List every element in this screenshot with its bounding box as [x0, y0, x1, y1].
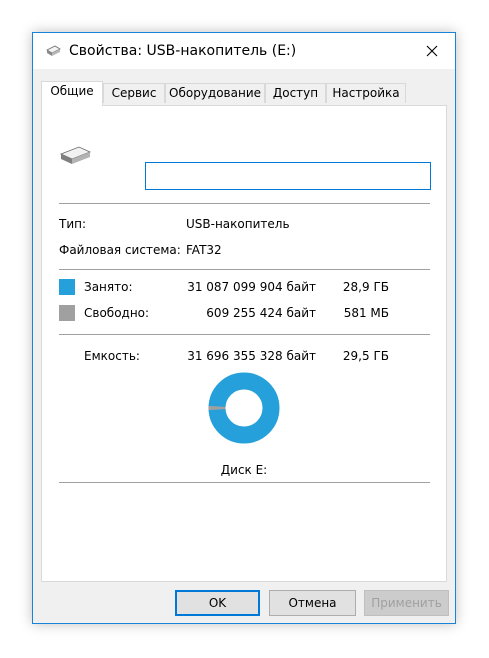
apply-button[interactable]: Применить: [364, 590, 449, 616]
capacity-bytes: 31 696 355 328 байт: [187, 349, 316, 363]
tab-sharing[interactable]: Доступ: [265, 83, 326, 103]
capacity-size: 29,5 ГБ: [342, 349, 389, 363]
close-icon: [426, 45, 438, 57]
free-label: Свободно:: [84, 306, 150, 320]
tab-customize[interactable]: Настройка: [326, 83, 406, 103]
window-title: Свойства: USB-накопитель (E:): [69, 43, 297, 59]
capacity-label: Емкость:: [84, 349, 140, 363]
drive-name-input[interactable]: [145, 162, 431, 190]
used-label: Занято:: [84, 280, 133, 294]
free-space-swatch: [59, 305, 75, 321]
usb-drive-icon: [59, 146, 91, 164]
separator: [59, 482, 430, 483]
disk-label: Диск E:: [220, 463, 268, 477]
used-size: 28,9 ГБ: [342, 280, 389, 294]
close-button[interactable]: [409, 33, 455, 69]
tab-hardware[interactable]: Оборудование: [165, 83, 265, 103]
general-panel: Тип: USB-накопитель Файловая система: FA…: [41, 105, 447, 582]
usb-drive-icon: [46, 45, 61, 56]
type-value: USB-накопитель: [186, 217, 290, 231]
type-label: Тип:: [59, 217, 87, 231]
free-size: 581 МБ: [343, 306, 389, 320]
separator: [59, 203, 430, 204]
filesystem-label: Файловая система:: [59, 243, 181, 257]
ok-button[interactable]: OK: [175, 590, 260, 616]
disk-usage-donut: [208, 372, 280, 444]
used-bytes: 31 087 099 904 байт: [187, 280, 316, 294]
title-bar[interactable]: Свойства: USB-накопитель (E:): [33, 33, 455, 69]
tab-general[interactable]: Общие: [41, 81, 103, 106]
used-space-swatch: [59, 279, 75, 295]
properties-dialog: Свойства: USB-накопитель (E:) Общие Серв…: [32, 32, 456, 624]
free-bytes: 609 255 424 байт: [206, 306, 316, 320]
tab-tools[interactable]: Сервис: [103, 83, 165, 103]
separator: [59, 269, 430, 270]
filesystem-value: FAT32: [186, 243, 222, 257]
separator: [59, 334, 430, 335]
cancel-button[interactable]: Отмена: [269, 590, 356, 616]
